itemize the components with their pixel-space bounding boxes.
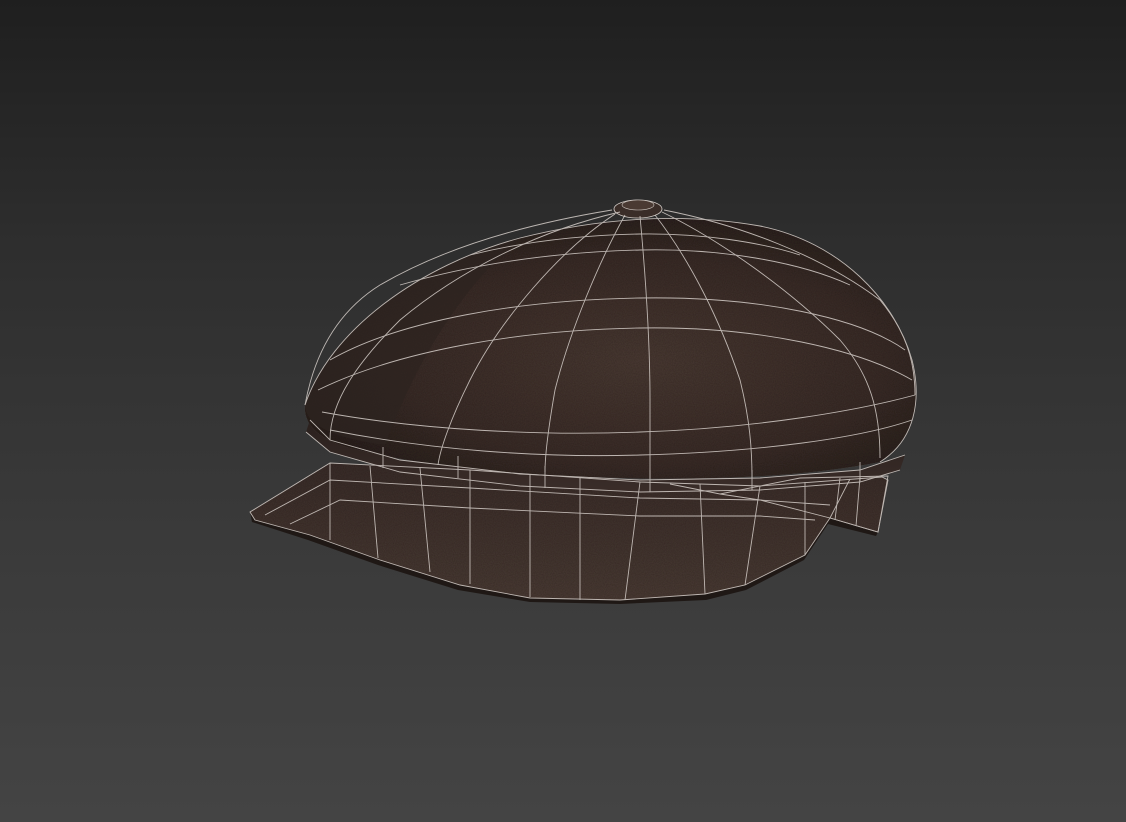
scene-canvas[interactable]	[0, 0, 1126, 822]
cap-model[interactable]	[249, 199, 917, 604]
3d-viewport[interactable]	[0, 0, 1126, 822]
